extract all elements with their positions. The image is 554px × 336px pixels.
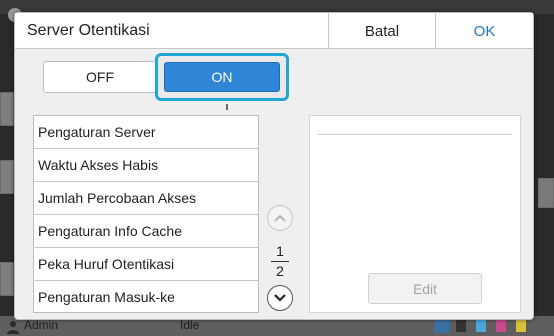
on-off-toggle: OFF ON [15,49,533,110]
admin-icon [7,321,19,334]
total-pages: 2 [276,263,284,279]
ink-level-m [496,320,506,332]
status-user: Admin [24,318,59,332]
background-right-tab [538,178,554,208]
background-left-tab [0,92,14,126]
list-item-access-timeout[interactable]: Waktu Akses Habis [34,149,258,182]
list-item-case-sensitive[interactable]: Peka Huruf Otentikasi [34,248,258,281]
detail-panel: Edit [309,115,521,313]
list-pager: 1 2 [265,205,295,313]
list-item-cache-info[interactable]: Pengaturan Info Cache [34,215,258,248]
current-page: 1 [276,243,284,259]
cancel-button[interactable]: Batal [328,13,435,49]
on-button-focus-ring: ON [155,53,289,110]
chevron-down-icon [274,294,286,302]
list-item-server-settings[interactable]: Pengaturan Server [34,116,258,149]
ink-level-c [476,320,486,332]
chevron-up-icon [274,214,286,222]
background-left-tab [0,160,14,194]
detail-divider [318,134,512,135]
page-divider [271,261,289,262]
dialog-header: Server Otentikasi Batal OK [15,13,533,49]
ink-level-y [516,320,526,332]
settings-list: Pengaturan Server Waktu Akses Habis Juml… [33,115,259,313]
list-item-access-attempts[interactable]: Jumlah Percobaan Akses [34,182,258,215]
printer-icon [434,319,450,333]
screen: Admin Idle Server Otentikasi Batal OK OF… [0,0,554,336]
status-text: Idle [180,318,200,332]
background-left-tab [0,262,14,296]
page-up-button[interactable] [267,205,293,231]
list-item-login-settings[interactable]: Pengaturan Masuk-ke [34,281,258,314]
dialog-title: Server Otentikasi [27,22,150,39]
on-button[interactable]: ON [164,62,280,92]
off-button[interactable]: OFF [43,61,157,93]
page-down-button[interactable] [267,285,293,311]
server-auth-dialog: Server Otentikasi Batal OK OFF ON Pengat… [14,12,534,320]
ink-level-k [456,320,466,332]
edit-button[interactable]: Edit [368,273,482,304]
ok-button[interactable]: OK [435,13,533,49]
focus-indicator [226,104,228,110]
